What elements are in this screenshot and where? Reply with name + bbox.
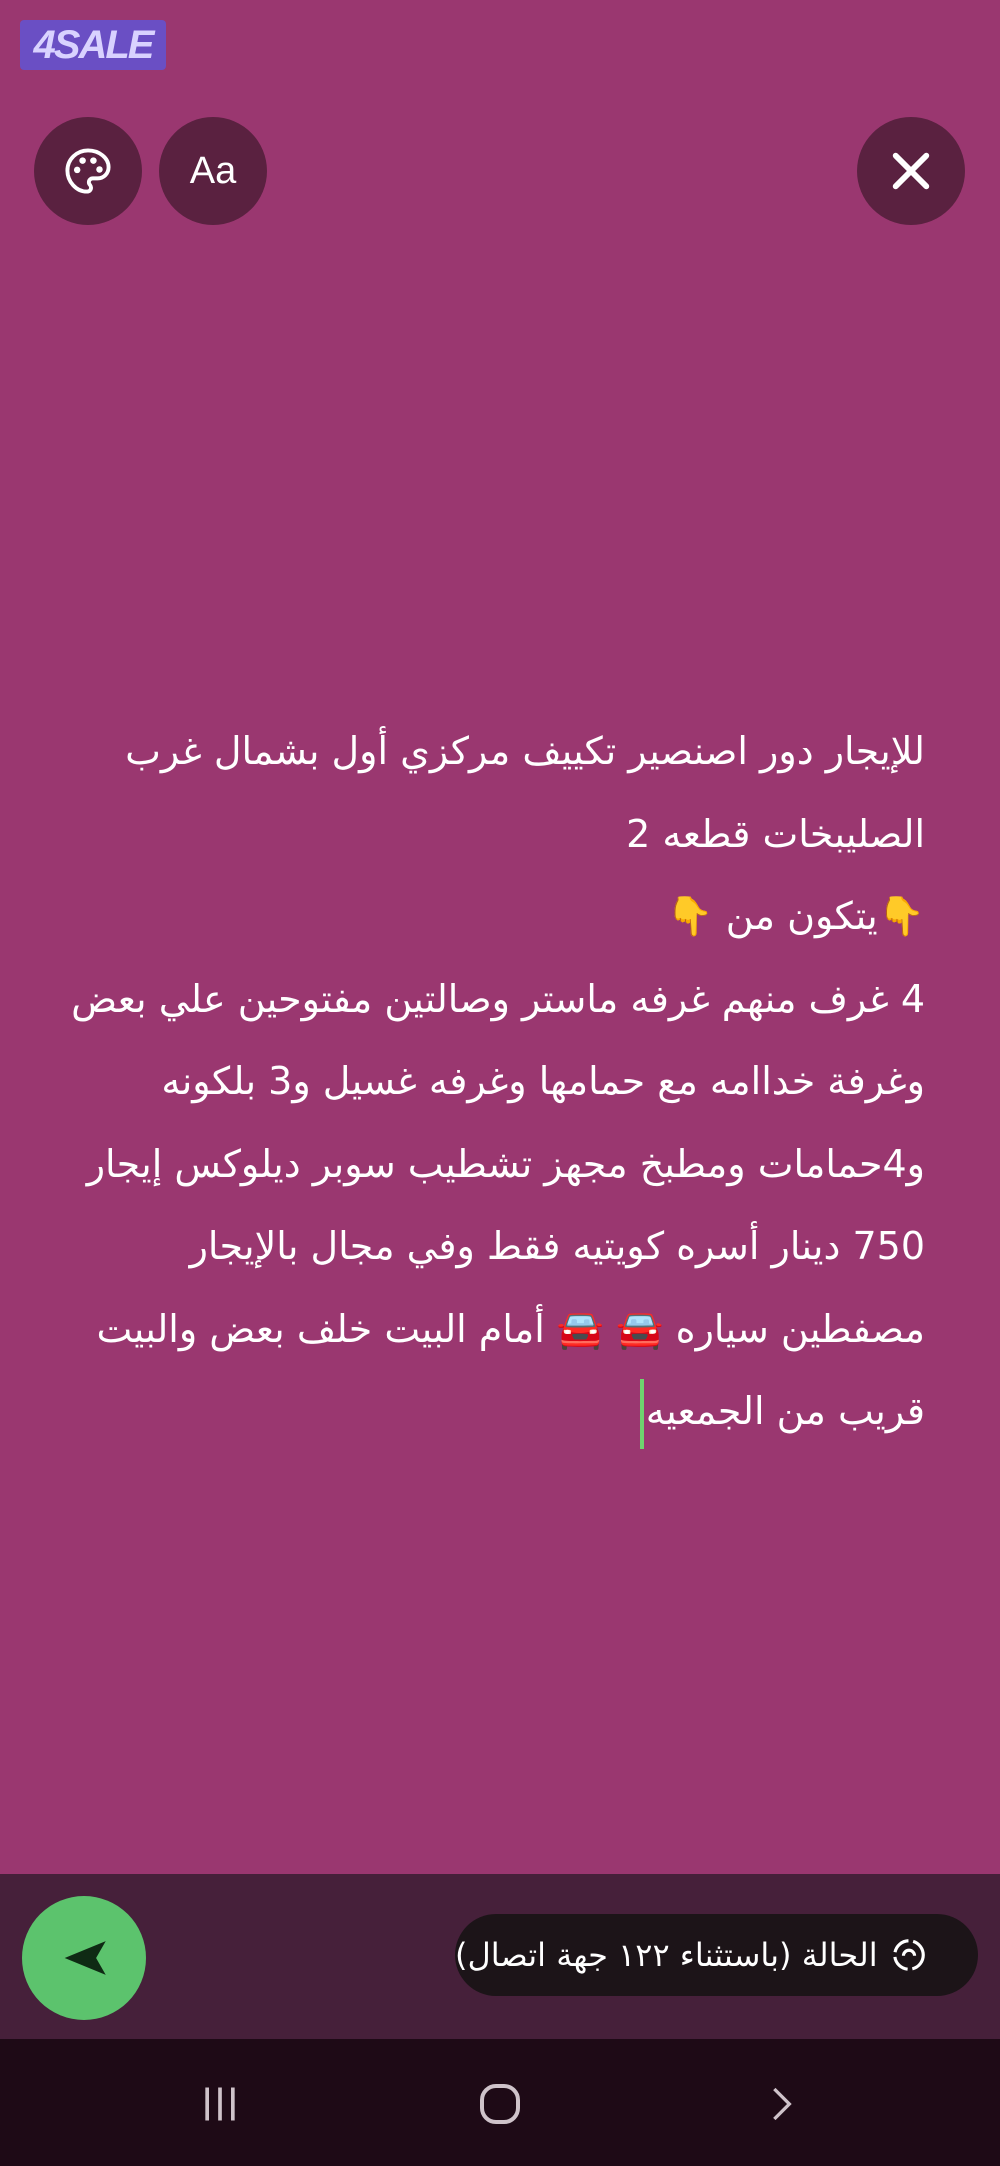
palette-icon bbox=[65, 148, 111, 194]
status-icon bbox=[892, 1939, 925, 1971]
story-line: الصليبخات قطعه 2 bbox=[626, 811, 925, 856]
story-line: 👇يتكون من 👇 bbox=[666, 894, 925, 938]
font-style-button[interactable]: Aa bbox=[159, 117, 267, 225]
home-icon bbox=[480, 2084, 520, 2124]
story-line: وغرفة خداامه مع حمامها وغرفه غسيل و3 بلك… bbox=[161, 1059, 925, 1103]
status-audience-label: الحالة (باستثناء ١٢٢ جهة اتصال) bbox=[455, 1936, 878, 1974]
close-icon bbox=[892, 152, 930, 190]
story-line: و4حمامات ومطبخ مجهز تشطيب سوبر ديلوكس إي… bbox=[86, 1141, 925, 1186]
status-audience-selector[interactable]: الحالة (باستثناء ١٢٢ جهة اتصال) bbox=[455, 1914, 978, 1996]
send-button[interactable] bbox=[22, 1896, 146, 2020]
palette-button[interactable] bbox=[34, 117, 142, 225]
recents-button[interactable] bbox=[195, 2079, 245, 2129]
back-button[interactable] bbox=[756, 2079, 806, 2129]
story-line: 4 غرف منهم غرفه ماستر وصالتين مفتوحين عل… bbox=[71, 976, 925, 1021]
home-button[interactable] bbox=[473, 2079, 527, 2129]
story-line: مصفطين سياره 🚘 🚘 أمام البيت خلف بعض والب… bbox=[96, 1306, 925, 1351]
story-line: 750 دينار أسره كويتيه فقط وفي مجال بالإي… bbox=[189, 1224, 925, 1268]
send-icon bbox=[64, 1941, 106, 1975]
composer-bar: الحالة (باستثناء ١٢٢ جهة اتصال) bbox=[0, 1874, 1000, 2039]
story-line-last: قريب من الجمعيه bbox=[25, 1370, 925, 1453]
story-line: قريب من الجمعيه bbox=[645, 1389, 925, 1433]
text-cursor bbox=[639, 1378, 644, 1449]
close-button[interactable] bbox=[857, 117, 965, 225]
recents-icon bbox=[205, 2087, 235, 2121]
app-logo: 4SALE bbox=[20, 20, 166, 70]
status-text-editor[interactable]: للإيجار دور اصنصير تكييف مركزي أول بشمال… bbox=[25, 710, 925, 1453]
story-line: للإيجار دور اصنصير تكييف مركزي أول بشمال… bbox=[125, 729, 925, 773]
system-navigation-bar bbox=[0, 2039, 1000, 2166]
back-icon bbox=[773, 2087, 792, 2121]
